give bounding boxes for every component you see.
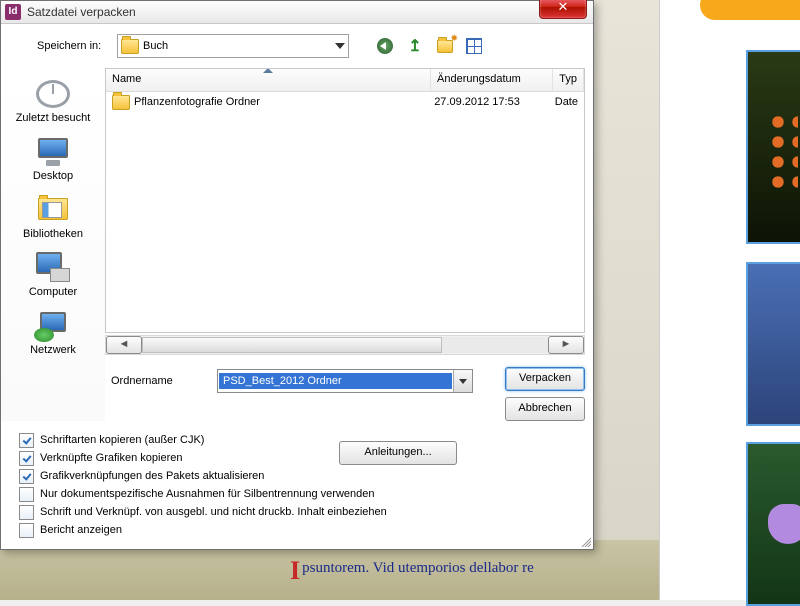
checkbox-label: Schrift und Verknüpf. von ausgebl. und n… — [40, 506, 387, 518]
place-computer[interactable]: Computer — [1, 246, 105, 304]
view-menu-button[interactable] — [463, 34, 487, 58]
checkbox-label: Bericht anzeigen — [40, 524, 122, 536]
titlebar[interactable]: Id Satzdatei verpacken ✕ — [1, 1, 593, 24]
scroll-right-button[interactable]: ► — [548, 336, 584, 354]
dialog-title: Satzdatei verpacken — [27, 5, 136, 19]
desktop-icon — [34, 136, 72, 168]
place-label: Netzwerk — [3, 344, 103, 356]
checkbox-hyphenation[interactable]: Nur dokumentspezifische Ausnahmen für Si… — [19, 485, 579, 503]
sort-asc-icon — [263, 68, 273, 73]
place-label: Bibliotheken — [3, 228, 103, 240]
place-label: Computer — [3, 286, 103, 298]
folder-icon — [112, 95, 130, 110]
checkbox-copy-graphics[interactable]: Verknüpfte Grafiken kopieren — [19, 449, 579, 467]
file-list[interactable]: Name Änderungsdatum Typ Pflanzenfotograf… — [105, 68, 585, 333]
checkbox-icon — [19, 433, 34, 448]
checkbox-copy-fonts[interactable]: Schriftarten kopieren (außer CJK) — [19, 431, 579, 449]
back-button[interactable] — [373, 34, 397, 58]
table-row[interactable]: Pflanzenfotografie Ordner 27.09.2012 17:… — [106, 92, 584, 112]
place-libraries[interactable]: Bibliotheken — [1, 188, 105, 246]
up-one-level-button[interactable]: ↥ — [403, 34, 427, 58]
folder-name-input[interactable]: PSD_Best_2012 Ordner — [217, 369, 473, 393]
photo-flower-1[interactable] — [746, 50, 800, 244]
libraries-icon — [34, 194, 72, 226]
new-folder-icon — [437, 40, 453, 53]
checkbox-icon — [19, 523, 34, 538]
folder-icon — [121, 39, 139, 54]
place-recent[interactable]: Zuletzt besucht — [1, 72, 105, 130]
orange-banner — [700, 0, 800, 20]
photo-flower-3[interactable] — [746, 442, 800, 606]
checkbox-icon — [19, 505, 34, 520]
file-type: Date — [549, 96, 584, 108]
photo-flower-2[interactable] — [746, 262, 800, 426]
location-value: Buch — [143, 40, 168, 52]
save-in-label: Speichern in: — [37, 40, 111, 52]
right-sidebar — [659, 0, 800, 600]
place-label: Desktop — [3, 170, 103, 182]
resize-grip-icon[interactable] — [579, 535, 591, 547]
options-panel: Schriftarten kopieren (außer CJK) Verknü… — [1, 421, 593, 549]
checkbox-label: Nur dokumentspezifische Ausnahmen für Si… — [40, 488, 374, 500]
instructions-button[interactable]: Anleitungen... — [339, 441, 457, 465]
place-label: Zuletzt besucht — [3, 112, 103, 124]
views-icon — [466, 38, 482, 54]
location-dropdown[interactable]: Buch — [117, 34, 349, 58]
new-folder-button[interactable] — [433, 34, 457, 58]
indesign-icon: Id — [5, 4, 21, 20]
col-type[interactable]: Typ — [553, 69, 584, 91]
package-dialog: Id Satzdatei verpacken ✕ Speichern in: B… — [0, 0, 594, 550]
dropdown-arrow-icon — [335, 43, 345, 49]
combo-arrow-icon[interactable] — [453, 370, 472, 392]
col-date[interactable]: Änderungsdatum — [431, 69, 553, 91]
checkbox-icon — [19, 487, 34, 502]
checkbox-hidden-content[interactable]: Schrift und Verknüpf. von ausgebl. und n… — [19, 503, 579, 521]
checkbox-label: Verknüpfte Grafiken kopieren — [40, 452, 182, 464]
back-icon — [377, 38, 393, 54]
cancel-button[interactable]: Abbrechen — [505, 397, 585, 421]
file-name: Pflanzenfotografie Ordner — [134, 96, 260, 108]
network-icon — [34, 310, 72, 342]
file-date: 27.09.2012 17:53 — [428, 96, 549, 108]
computer-icon — [34, 252, 72, 284]
close-button[interactable]: ✕ — [539, 0, 587, 19]
col-name[interactable]: Name — [106, 69, 431, 91]
package-button[interactable]: Verpacken — [505, 367, 585, 391]
folder-name-label: Ordnername — [105, 375, 207, 387]
recent-icon — [34, 78, 72, 110]
scroll-thumb[interactable] — [142, 337, 442, 353]
checkbox-update-links[interactable]: Grafikverknüpfungen des Pakets aktualisi… — [19, 467, 579, 485]
place-desktop[interactable]: Desktop — [1, 130, 105, 188]
scroll-left-button[interactable]: ◄ — [106, 336, 142, 354]
checkbox-icon — [19, 469, 34, 484]
place-network[interactable]: Netzwerk — [1, 304, 105, 362]
up-icon: ↥ — [408, 36, 421, 56]
checkbox-show-report[interactable]: Bericht anzeigen — [19, 521, 579, 539]
checkbox-icon — [19, 451, 34, 466]
save-in-row: Speichern in: Buch ↥ — [1, 24, 593, 68]
checkbox-label: Grafikverknüpfungen des Pakets aktualisi… — [40, 470, 264, 482]
horizontal-scrollbar[interactable]: ◄ ► — [105, 335, 585, 355]
checkbox-label: Schriftarten kopieren (außer CJK) — [40, 434, 204, 446]
places-bar: Zuletzt besucht Desktop Bibliotheken Com… — [1, 68, 105, 421]
column-headers[interactable]: Name Änderungsdatum Typ — [106, 69, 584, 92]
scroll-track[interactable] — [142, 337, 548, 353]
body-copy: Ipsuntorem. Vid utemporios dellabor re — [290, 560, 650, 582]
folder-name-value: PSD_Best_2012 Ordner — [219, 373, 452, 389]
